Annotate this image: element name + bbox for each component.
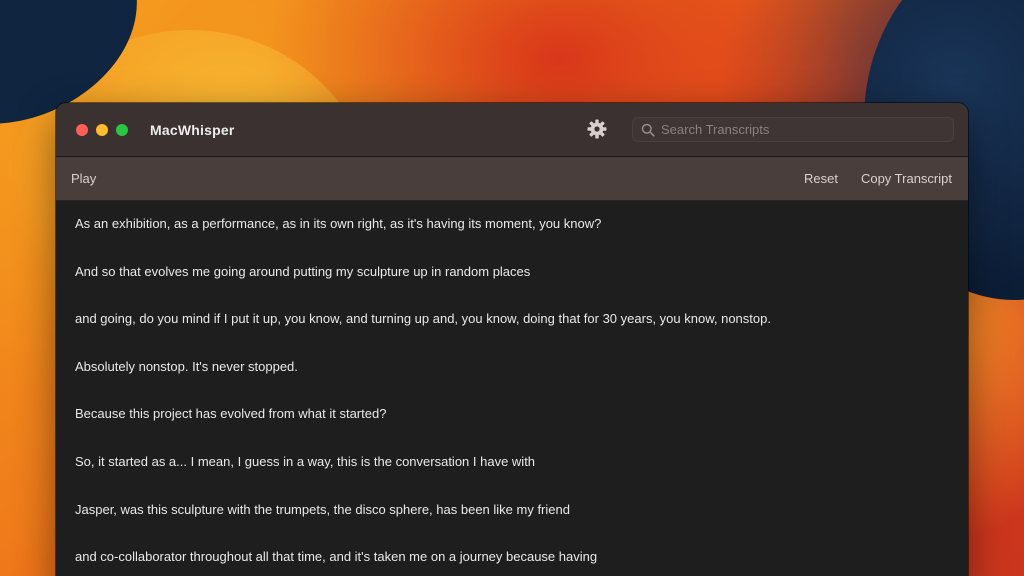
gear-icon[interactable]	[587, 119, 607, 139]
title-bar: MacWhisper	[56, 103, 968, 157]
transcript-line: So, it started as a... I mean, I guess i…	[75, 453, 536, 469]
minimize-window-button[interactable]	[96, 123, 108, 136]
transcript-line: Jasper, was this sculpture with the trum…	[75, 501, 570, 517]
close-window-button[interactable]	[76, 123, 88, 136]
search-field[interactable]	[632, 117, 954, 142]
transcript-line: and going, do you mind if I put it up, y…	[75, 311, 771, 327]
search-input[interactable]	[661, 122, 953, 137]
window-controls	[76, 123, 128, 136]
transcript-line: As an exhibition, as a performance, as i…	[75, 216, 602, 231]
app-window: MacWhisper Play R	[56, 103, 968, 576]
transcript-line: Because this project has evolved from wh…	[75, 406, 387, 422]
search-icon	[641, 123, 655, 137]
transcript-line: and co-collaborator throughout all that …	[75, 549, 598, 565]
transcript-view[interactable]: As an exhibition, as a performance, as i…	[56, 201, 968, 576]
transcript-line: And so that evolves me going around putt…	[75, 263, 531, 279]
zoom-window-button[interactable]	[116, 123, 128, 136]
transcript-line: Absolutely nonstop. It's never stopped.	[75, 358, 298, 374]
play-button[interactable]: Play	[71, 171, 96, 186]
app-title: MacWhisper	[150, 121, 235, 138]
reset-button[interactable]: Reset	[804, 171, 838, 186]
toolbar: Play Reset Copy Transcript	[56, 157, 968, 201]
copy-transcript-button[interactable]: Copy Transcript	[861, 171, 952, 186]
